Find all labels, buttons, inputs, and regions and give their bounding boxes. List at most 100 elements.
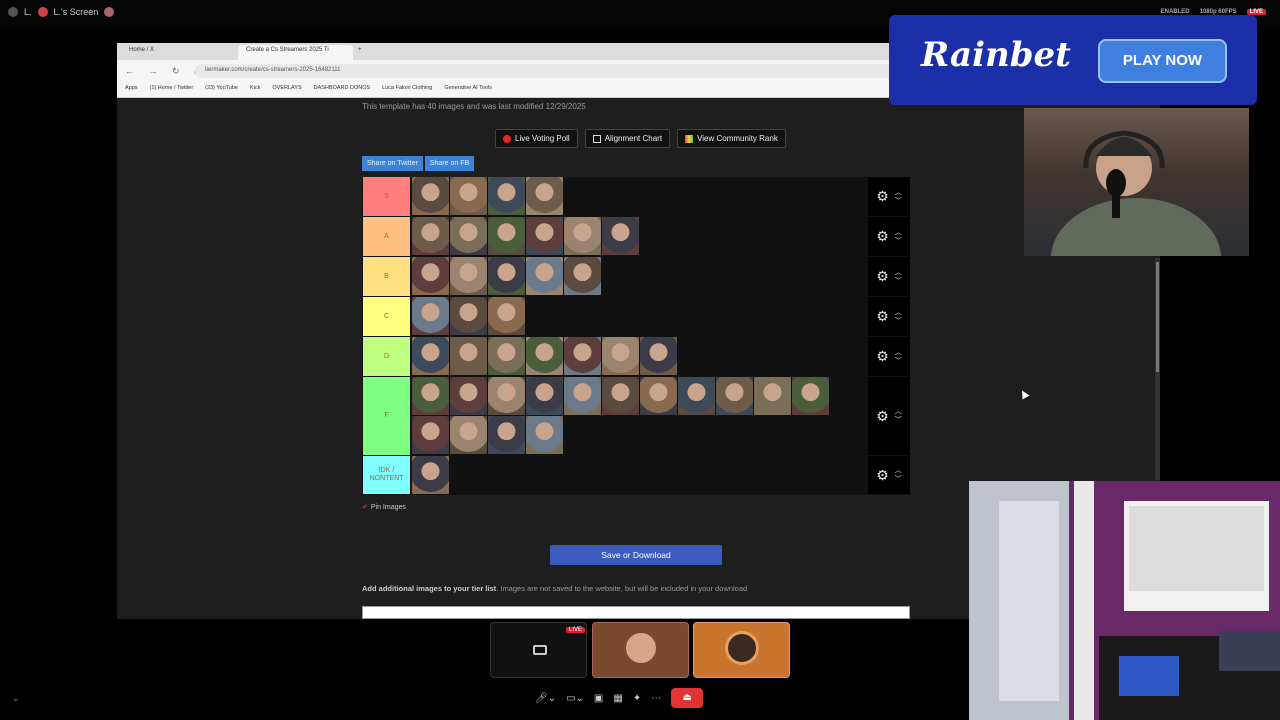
streamer-thumbnail[interactable] [412, 377, 449, 415]
gear-icon[interactable]: ⚙ [876, 408, 889, 425]
alignment-chart-button[interactable]: Alignment Chart [584, 129, 671, 148]
streamer-thumbnail[interactable] [488, 257, 525, 295]
streamer-thumbnail[interactable] [716, 377, 753, 415]
play-now-button[interactable]: PLAY NOW [1098, 39, 1227, 83]
gear-icon[interactable]: ⚙ [876, 268, 889, 285]
move-up-icon[interactable]: ︿ [895, 188, 902, 197]
streamer-thumbnail[interactable] [412, 217, 449, 255]
move-down-icon[interactable]: ﹀ [895, 317, 902, 326]
chevron-down-icon[interactable]: ⌄ [12, 693, 20, 704]
streamer-thumbnail[interactable] [526, 416, 563, 454]
bookmark[interactable]: DASHBOARD DONOS [314, 85, 371, 94]
share-twitter-button[interactable]: Share on Twitter [362, 156, 423, 171]
streamer-thumbnail[interactable] [754, 377, 791, 415]
tier-label[interactable]: D [363, 337, 410, 376]
streamer-thumbnail[interactable] [564, 337, 601, 375]
tier-label[interactable]: B [363, 257, 410, 296]
streamer-thumbnail[interactable] [450, 377, 487, 415]
streamer-thumbnail[interactable] [412, 416, 449, 454]
streamer-thumbnail[interactable] [450, 337, 487, 375]
streamer-thumbnail[interactable] [450, 257, 487, 295]
streamer-thumbnail[interactable] [412, 257, 449, 295]
tier-label[interactable]: S [363, 177, 410, 216]
streamer-thumbnail[interactable] [564, 217, 601, 255]
streamer-thumbnail[interactable] [488, 416, 525, 454]
streamer-thumbnail[interactable] [412, 297, 449, 335]
bookmark[interactable]: (23) YouTube [205, 85, 238, 94]
bookmark[interactable]: Luca Faloni Clothing [382, 85, 432, 94]
gear-icon[interactable]: ⚙ [876, 188, 889, 205]
grid-icon[interactable]: ▦ [613, 693, 622, 704]
streamer-thumbnail[interactable] [488, 377, 525, 415]
move-up-icon[interactable]: ︿ [895, 228, 902, 237]
community-rank-button[interactable]: View Community Rank [677, 129, 786, 148]
gear-icon[interactable]: ⚙ [876, 348, 889, 365]
bookmark[interactable]: OVERLAYS [272, 85, 301, 94]
bookmark[interactable]: Kick [250, 85, 260, 94]
save-download-button[interactable]: Save or Download [550, 545, 722, 565]
share-screen-icon[interactable]: ▣ [594, 693, 603, 704]
tab-home[interactable]: Home / X [121, 45, 236, 60]
streamer-thumbnail[interactable] [488, 217, 525, 255]
streamer-thumbnail[interactable] [602, 337, 639, 375]
gear-icon[interactable]: ⚙ [876, 467, 889, 484]
streamer-thumbnail[interactable] [526, 377, 563, 415]
more-icon[interactable]: ⋯ [651, 693, 661, 704]
file-upload-input[interactable] [362, 606, 910, 619]
streamer-thumbnail[interactable] [564, 377, 601, 415]
tier-label[interactable]: IDK / NONTENT [363, 456, 410, 494]
streamer-thumbnail[interactable] [526, 257, 563, 295]
gear-icon[interactable]: ⚙ [876, 308, 889, 325]
streamer-thumbnail[interactable] [792, 377, 829, 415]
move-up-icon[interactable]: ︿ [895, 268, 902, 277]
streamer-thumbnail[interactable] [488, 177, 525, 215]
share-fb-button[interactable]: Share on FB [424, 156, 475, 171]
participant-tile[interactable] [693, 622, 790, 678]
streamer-thumbnail[interactable] [526, 177, 563, 215]
streamer-thumbnail[interactable] [564, 257, 601, 295]
move-down-icon[interactable]: ﹀ [895, 237, 902, 246]
bookmark[interactable]: (1) Home / Twitter [150, 85, 194, 94]
streamer-thumbnail[interactable] [526, 337, 563, 375]
move-down-icon[interactable]: ﹀ [895, 475, 902, 484]
effects-icon[interactable]: ✦ [633, 693, 641, 704]
streamer-thumbnail[interactable] [450, 217, 487, 255]
streamer-thumbnail[interactable] [412, 177, 449, 215]
bookmark[interactable]: Apps [125, 85, 138, 94]
url-input[interactable]: tiermaker.com/create/cs-streamers-2025-1… [195, 64, 895, 78]
streamer-thumbnail[interactable] [412, 456, 449, 494]
streamer-thumbnail[interactable] [526, 217, 563, 255]
move-down-icon[interactable]: ﹀ [895, 357, 902, 366]
tier-label[interactable]: F [363, 377, 410, 455]
rainbet-ad[interactable]: Rainbet PLAY NOW [889, 15, 1257, 105]
move-up-icon[interactable]: ︿ [895, 466, 902, 475]
camera-icon[interactable]: ▭⌄ [566, 693, 584, 704]
move-up-icon[interactable]: ︿ [895, 407, 902, 416]
streamer-thumbnail[interactable] [602, 217, 639, 255]
mic-icon[interactable]: 🎤︎⌄ [535, 693, 556, 704]
nav-buttons[interactable]: ← → ↻ ⌂ [125, 66, 205, 77]
streamer-thumbnail[interactable] [488, 297, 525, 335]
move-down-icon[interactable]: ﹀ [895, 277, 902, 286]
streamer-thumbnail[interactable] [450, 177, 487, 215]
streamer-thumbnail[interactable] [450, 416, 487, 454]
tab-tiermaker[interactable]: Create a Cs Streamers 2025 Ti [238, 45, 353, 60]
streamer-thumbnail[interactable] [412, 337, 449, 375]
pin-images-checkbox[interactable]: ✔ Pin Images [362, 503, 406, 511]
streamer-thumbnail[interactable] [640, 337, 677, 375]
streamer-thumbnail[interactable] [450, 297, 487, 335]
streamer-thumbnail[interactable] [678, 377, 715, 415]
streamer-thumbnail[interactable] [488, 337, 525, 375]
move-up-icon[interactable]: ︿ [895, 348, 902, 357]
bookmark[interactable]: Generative AI Tools [444, 85, 492, 94]
participant-tile[interactable] [592, 622, 689, 678]
streamer-thumbnail[interactable] [640, 377, 677, 415]
tier-label[interactable]: A [363, 217, 410, 256]
new-tab-button[interactable]: + [355, 45, 369, 60]
leave-icon[interactable]: ⏏ [671, 688, 704, 708]
move-down-icon[interactable]: ﹀ [895, 416, 902, 425]
streamer-thumbnail[interactable] [602, 377, 639, 415]
move-down-icon[interactable]: ﹀ [895, 197, 902, 206]
live-voting-button[interactable]: Live Voting Poll [495, 129, 578, 148]
move-up-icon[interactable]: ︿ [895, 308, 902, 317]
